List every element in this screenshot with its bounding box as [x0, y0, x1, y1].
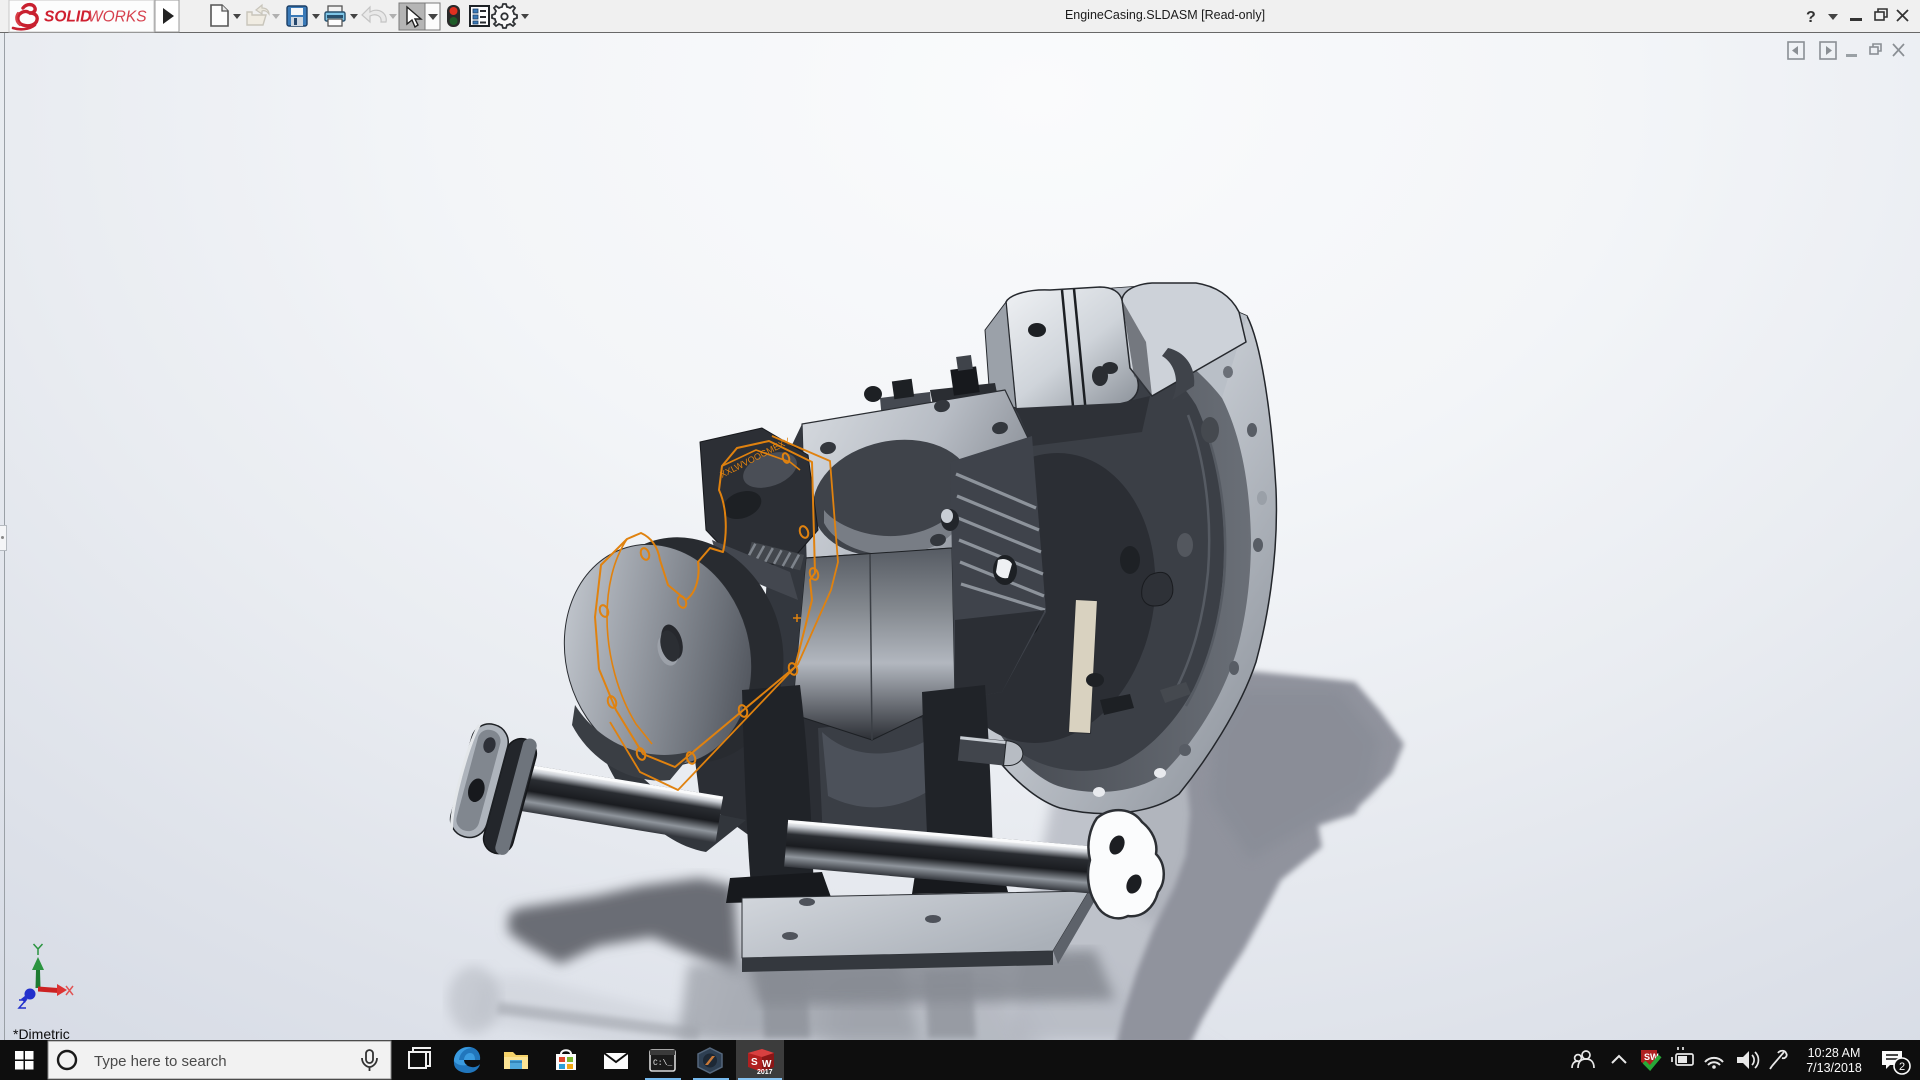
svg-text:C:\_: C:\_ — [653, 1059, 672, 1068]
svg-text:S: S — [751, 1057, 758, 1068]
svg-text:WORKS: WORKS — [88, 9, 147, 26]
svg-text:SOLID: SOLID — [44, 9, 91, 26]
svg-text:2: 2 — [1899, 1061, 1905, 1073]
svg-text:7/13/2018: 7/13/2018 — [1806, 1061, 1862, 1075]
svg-text:2017: 2017 — [757, 1069, 773, 1076]
svg-text:10:28 AM: 10:28 AM — [1808, 1046, 1861, 1060]
svg-text:Type here to search: Type here to search — [94, 1053, 227, 1070]
